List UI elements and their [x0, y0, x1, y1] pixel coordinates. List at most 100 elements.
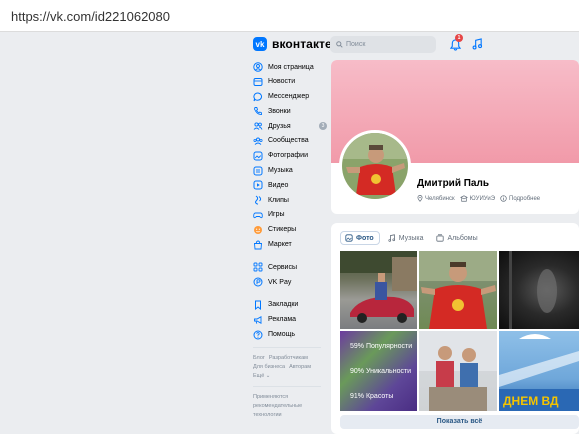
sidebar-item-label: Реклама: [268, 316, 297, 324]
sidebar-item-label: Мессенджер: [268, 93, 310, 101]
sidebar-item-label: Фотографии: [268, 152, 309, 160]
photos-card: Фото Музыка Альбомы 59% Популярности 90%…: [331, 223, 579, 434]
sidebar-item-person-circle[interactable]: Моя страница: [253, 60, 325, 74]
sidebar-item-music[interactable]: Музыка: [253, 164, 325, 178]
avatar[interactable]: [339, 130, 411, 202]
tab-albums[interactable]: Альбомы: [432, 231, 482, 245]
communities-icon: [253, 136, 263, 146]
sidebar-item-label: Моя страница: [268, 63, 314, 71]
url-text[interactable]: https://vk.com/id221062080: [11, 9, 170, 24]
footer-link-authors[interactable]: Авторам: [289, 364, 311, 370]
sidebar-divider-2: [253, 385, 321, 387]
sidebar-item-vkpay[interactable]: VK Pay: [253, 275, 325, 289]
sidebar-item-clips[interactable]: Клипы: [253, 193, 325, 207]
sidebar-divider: [253, 346, 321, 348]
sidebar-item-sticker[interactable]: Стикеры: [253, 223, 325, 237]
sidebar-item-friends[interactable]: Друзья 3: [253, 119, 327, 133]
photo-thumbnail-poster[interactable]: ДНЕМ ВД: [499, 331, 579, 411]
sidebar-item-label: Друзья: [268, 122, 291, 130]
notifications-badge: 1: [455, 34, 463, 42]
profile-details-link[interactable]: Подробнее: [500, 195, 540, 202]
sidebar-item-market[interactable]: Маркет: [253, 238, 325, 252]
search-input[interactable]: Поиск: [330, 36, 436, 53]
photo-thumbnail-rating[interactable]: 59% Популярности 90% Уникальности 91% Кр…: [340, 331, 417, 411]
left-navigation: Моя страница Новости Мессенджер Звонки Друзь…: [253, 60, 327, 420]
sidebar-item-bookmark[interactable]: Закладки: [253, 298, 325, 312]
sidebar-item-phone[interactable]: Звонки: [253, 104, 325, 118]
overlay-uniqueness: 90% Уникальности: [350, 368, 412, 375]
footer-link-more[interactable]: Ещё ⌄: [253, 373, 270, 379]
music-icon: [388, 234, 395, 242]
sidebar-item-label: Видео: [268, 181, 289, 189]
music-icon: [253, 166, 263, 176]
sidebar-item-photo[interactable]: Фотографии: [253, 149, 325, 163]
info-icon: [500, 195, 507, 202]
sidebar-item-label: Маркет: [268, 241, 292, 249]
photo-icon: [345, 234, 353, 242]
poster-text: ДНЕМ ВД: [503, 394, 559, 408]
overlay-popularity: 59% Популярности: [350, 343, 413, 350]
sidebar-item-communities[interactable]: Сообщества: [253, 134, 325, 148]
tab-photos[interactable]: Фото: [340, 231, 380, 245]
sidebar-item-news[interactable]: Новости: [253, 75, 325, 89]
browser-address-bar[interactable]: https://vk.com/id221062080: [0, 0, 579, 32]
photo-tabs: Фото Музыка Альбомы: [340, 231, 487, 245]
recommendation-note: Применяются рекомендательные технологии: [253, 393, 303, 418]
market-icon: [253, 240, 263, 250]
footer-link-business[interactable]: Для бизнеса: [253, 364, 285, 370]
bookmark-icon: [253, 300, 263, 310]
sidebar-item-label: VK Pay: [268, 278, 292, 286]
tab-music[interactable]: Музыка: [384, 231, 429, 245]
sidebar-item-label: Новости: [268, 78, 296, 86]
phone-icon: [253, 106, 263, 116]
sidebar-item-label: Стикеры: [268, 226, 297, 234]
vk-header: vk вконтакте Поиск 1: [246, 32, 579, 58]
megaphone-icon: [253, 315, 263, 325]
gamepad-icon: [253, 210, 263, 220]
footer-link-blog[interactable]: Блог: [253, 355, 265, 361]
news-icon: [253, 77, 263, 87]
sticker-icon: [253, 225, 263, 235]
sidebar-item-label: Закладки: [268, 301, 299, 309]
sidebar-item-megaphone[interactable]: Реклама: [253, 313, 325, 327]
profile-name: Дмитрий Паль: [417, 178, 489, 189]
sidebar-item-label: Музыка: [268, 167, 293, 175]
sidebar-item-message[interactable]: Мессенджер: [253, 90, 325, 104]
vkpay-icon: [253, 277, 263, 287]
sidebar-item-services[interactable]: Сервисы: [253, 260, 325, 274]
sidebar-item-label: Сообщества: [268, 137, 309, 145]
photo-thumbnail[interactable]: [419, 331, 497, 411]
clips-icon: [253, 195, 263, 205]
photo-thumbnail[interactable]: [499, 251, 579, 329]
sidebar-item-label: Звонки: [268, 107, 291, 115]
album-icon: [436, 234, 445, 242]
person-circle-icon: [253, 62, 263, 72]
help-icon: [253, 330, 263, 340]
notifications-button[interactable]: 1: [449, 34, 463, 56]
message-icon: [253, 92, 263, 102]
footer-link-developers[interactable]: Разработчикам: [269, 355, 308, 361]
profile-city: Челябинск: [417, 195, 455, 202]
search-icon: [336, 41, 343, 48]
footer-links: Блог Разработчикам Для бизнеса Авторам Ещё…: [253, 354, 323, 381]
profile-university[interactable]: ЮУИУиЭ: [459, 195, 495, 202]
sidebar-item-label: Сервисы: [268, 263, 298, 271]
vk-logo[interactable]: vk вконтакте: [253, 37, 332, 51]
services-icon: [253, 262, 263, 272]
profile-info: Челябинск ЮУИУиЭ Подробнее: [417, 195, 545, 202]
sidebar-item-help[interactable]: Помощь: [253, 328, 325, 342]
sidebar-item-label: Помощь: [268, 331, 296, 339]
page-left-margin: [0, 32, 246, 434]
sidebar-item-video[interactable]: Видео: [253, 178, 325, 192]
photo-thumbnail[interactable]: [419, 251, 497, 329]
sidebar-item-gamepad[interactable]: Игры: [253, 208, 325, 222]
show-all-button[interactable]: Показать всё: [340, 415, 579, 429]
vk-wordmark: вконтакте: [272, 37, 332, 51]
friends-count-badge: 3: [319, 122, 327, 131]
sidebar-item-label: Игры: [268, 211, 285, 219]
sidebar-item-label: Клипы: [268, 196, 289, 204]
photo-icon: [253, 151, 263, 161]
search-placeholder: Поиск: [346, 41, 366, 48]
photo-thumbnail[interactable]: [340, 251, 417, 329]
music-player-button[interactable]: [472, 37, 483, 55]
